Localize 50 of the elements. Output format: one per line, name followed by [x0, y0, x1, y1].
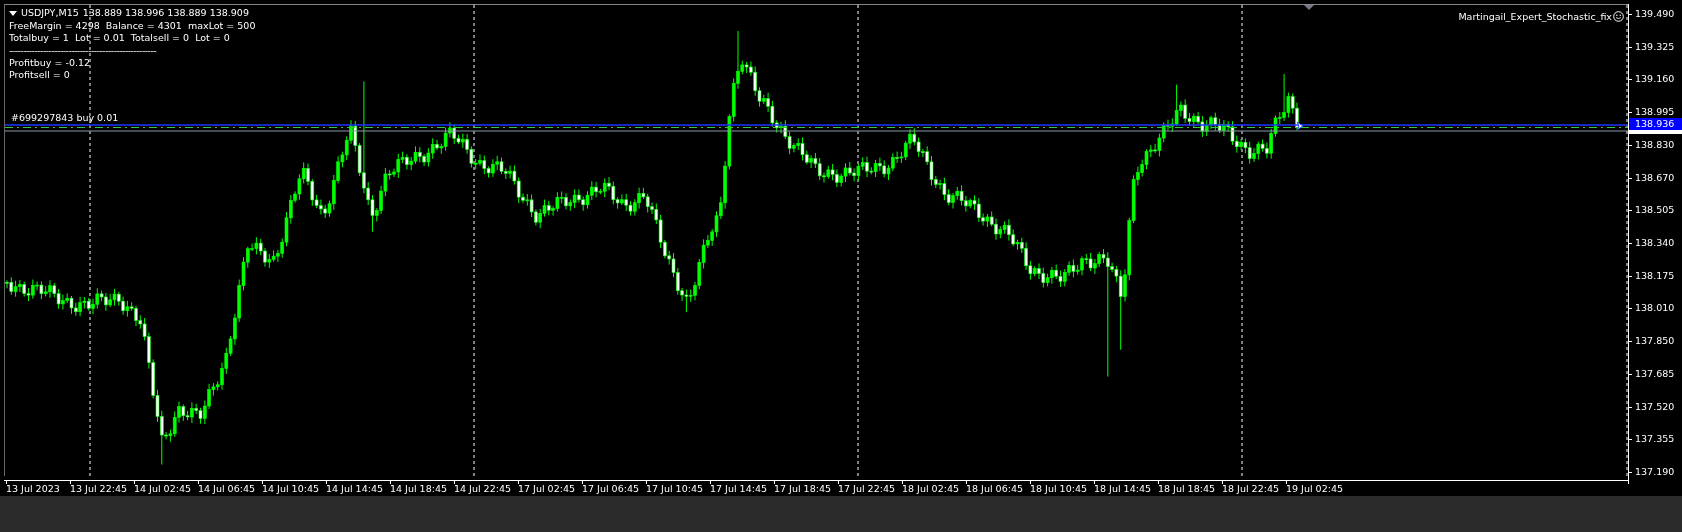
time-label: 17 Jul 02:45	[518, 483, 575, 494]
price-label: 137.190	[1635, 466, 1675, 477]
price-label: 139.160	[1635, 73, 1675, 85]
current-price-tag: 138.936	[1629, 118, 1682, 130]
time-label: 18 Jul 14:45	[1094, 483, 1151, 494]
price-label: 138.340	[1635, 237, 1675, 248]
order-label: #699297843 buy 0.01	[11, 112, 119, 123]
price-label: 138.995	[1635, 106, 1675, 118]
time-label: 14 Jul 14:45	[326, 483, 383, 494]
price-label: 137.685	[1635, 367, 1675, 379]
price-label: 139.325	[1635, 40, 1675, 52]
time-label: 13 Jul 2023	[6, 483, 60, 494]
ohlc-values: 138.889 138.996 138.889 138.909	[82, 7, 249, 20]
price-label: 138.010	[1635, 302, 1675, 314]
time-label: 14 Jul 10:45	[262, 483, 319, 494]
expert-name: Martingail_Expert_Stochastic_fix	[1458, 11, 1612, 22]
price-label: 138.175	[1635, 269, 1675, 281]
time-label: 17 Jul 10:45	[646, 483, 703, 494]
time-label: 13 Jul 22:45	[70, 483, 127, 494]
time-label: 17 Jul 14:45	[710, 483, 767, 494]
time-label: 14 Jul 06:45	[198, 483, 255, 494]
price-label: 137.850	[1635, 335, 1675, 347]
price-label: 139.490	[1635, 8, 1675, 19]
time-label: 17 Jul 18:45	[774, 483, 831, 494]
time-label: 17 Jul 06:45	[582, 483, 639, 494]
arrow-marker-icon	[1296, 121, 1304, 131]
time-label: 19 Jul 02:45	[1286, 483, 1343, 494]
info-line: Profitbuy = -0.12	[9, 56, 92, 70]
time-label: 18 Jul 18:45	[1158, 483, 1215, 494]
info-line: FreeMargin = 4298 Balance = 4301 maxLot = 500	[9, 20, 256, 33]
time-label: 18 Jul 02:45	[902, 483, 959, 494]
time-label: 18 Jul 22:45	[1222, 483, 1279, 494]
price-label: 138.505	[1635, 204, 1675, 216]
smiley-icon	[1613, 11, 1624, 22]
price-label: 138.670	[1635, 171, 1675, 183]
time-label: 18 Jul 06:45	[966, 483, 1023, 494]
time-label: 17 Jul 22:45	[838, 483, 895, 494]
time-label: 14 Jul 02:45	[134, 483, 191, 494]
time-label: 14 Jul 22:45	[454, 483, 511, 494]
dropdown-icon[interactable]	[9, 11, 17, 16]
shift-marker-icon	[1304, 5, 1314, 10]
price-label: 138.830	[1635, 138, 1675, 150]
info-line: Profitsell = 0	[9, 69, 71, 82]
time-label: 14 Jul 18:45	[390, 483, 447, 494]
separator-text: ----------------------------------------------------	[9, 44, 158, 57]
symbol-label: USDJPY,M15	[21, 7, 79, 20]
price-label: 137.355	[1635, 433, 1675, 445]
price-label: 137.520	[1635, 400, 1675, 412]
info-line: Totalbuy = 1 Lot = 0.01 Totalsell = 0 Lot = 0	[9, 32, 231, 45]
time-label: 18 Jul 10:45	[1030, 483, 1087, 494]
